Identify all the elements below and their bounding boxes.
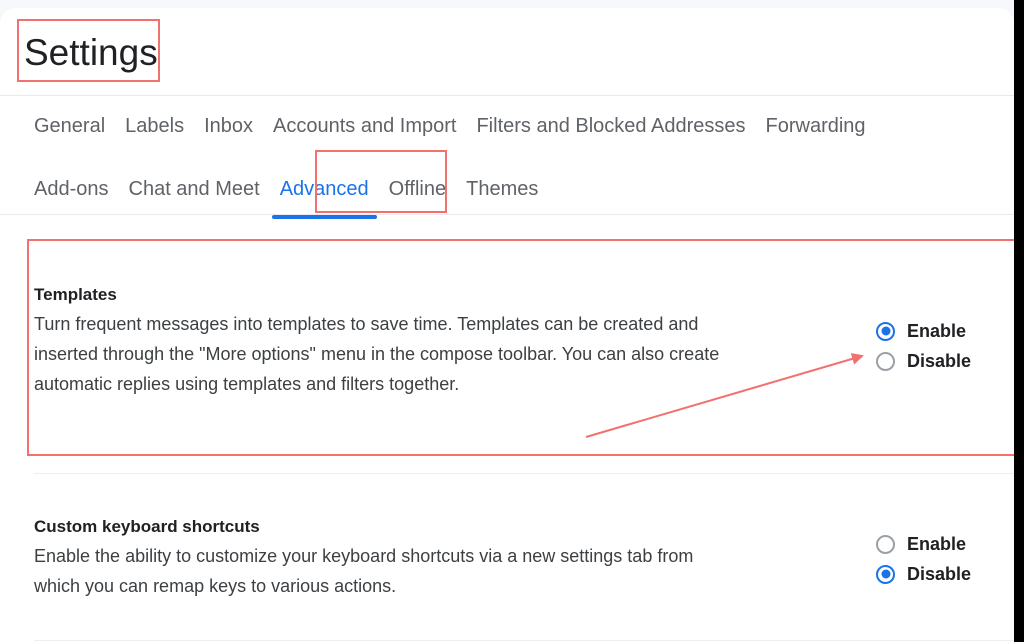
section-templates: Templates Turn frequent messages into te… xyxy=(34,282,1014,399)
settings-tabs-row-2: Add-ons Chat and Meet Advanced Offline T… xyxy=(34,171,548,219)
tab-inbox[interactable]: Inbox xyxy=(194,108,263,144)
templates-enable-label: Enable xyxy=(907,321,967,341)
custom-keyboard-shortcuts-disable-option[interactable]: Disable xyxy=(876,563,971,585)
settings-tabs-row-1: General Labels Inbox Accounts and Import… xyxy=(34,108,876,144)
custom-keyboard-shortcuts-disable-label: Disable xyxy=(907,564,972,584)
divider-between-sections xyxy=(34,473,1014,474)
section-templates-text: Templates Turn frequent messages into te… xyxy=(34,282,754,399)
right-edge-gutter xyxy=(1014,0,1024,642)
section-custom-keyboard-shortcuts-text: Custom keyboard shortcuts Enable the abi… xyxy=(34,514,754,601)
radio-unselected-icon[interactable] xyxy=(876,534,895,554)
divider-under-title xyxy=(0,95,1014,96)
settings-card: Settings General Labels Inbox Accounts a… xyxy=(0,8,1014,642)
tab-offline[interactable]: Offline xyxy=(379,171,456,207)
section-templates-radio-group: Enable Disable xyxy=(876,320,971,372)
tab-add-ons[interactable]: Add-ons xyxy=(34,171,119,207)
divider-above-templates xyxy=(34,240,1014,241)
radio-unselected-icon[interactable] xyxy=(876,351,895,371)
tab-accounts-and-import[interactable]: Accounts and Import xyxy=(263,108,466,144)
templates-enable-option[interactable]: Enable xyxy=(876,320,971,342)
custom-keyboard-shortcuts-radio-group: Enable Disable xyxy=(876,533,971,585)
radio-selected-icon[interactable] xyxy=(876,564,895,584)
divider-bottom xyxy=(34,640,1014,641)
tab-advanced[interactable]: Advanced xyxy=(270,171,379,219)
templates-disable-label: Disable xyxy=(907,351,972,371)
section-templates-description: Turn frequent messages into templates to… xyxy=(34,314,720,394)
screenshot-root: Settings General Labels Inbox Accounts a… xyxy=(0,0,1024,642)
tab-chat-and-meet[interactable]: Chat and Meet xyxy=(119,171,270,207)
custom-keyboard-shortcuts-enable-option[interactable]: Enable xyxy=(876,533,971,555)
section-custom-keyboard-shortcuts-title: Custom keyboard shortcuts xyxy=(34,517,260,536)
custom-keyboard-shortcuts-enable-label: Enable xyxy=(907,534,967,554)
radio-selected-icon[interactable] xyxy=(876,321,895,341)
tab-forwarding[interactable]: Forwarding xyxy=(756,108,876,144)
page-title: Settings xyxy=(24,32,158,73)
section-custom-keyboard-shortcuts: Custom keyboard shortcuts Enable the abi… xyxy=(34,514,1014,601)
templates-disable-option[interactable]: Disable xyxy=(876,350,971,372)
tab-themes[interactable]: Themes xyxy=(456,171,548,207)
divider-under-tabs xyxy=(0,214,1014,215)
section-custom-keyboard-shortcuts-description: Enable the ability to customize your key… xyxy=(34,546,694,596)
section-templates-title: Templates xyxy=(34,285,117,304)
tab-filters-and-blocked-addresses[interactable]: Filters and Blocked Addresses xyxy=(466,108,755,144)
tab-labels[interactable]: Labels xyxy=(115,108,194,144)
tab-general[interactable]: General xyxy=(34,108,115,144)
